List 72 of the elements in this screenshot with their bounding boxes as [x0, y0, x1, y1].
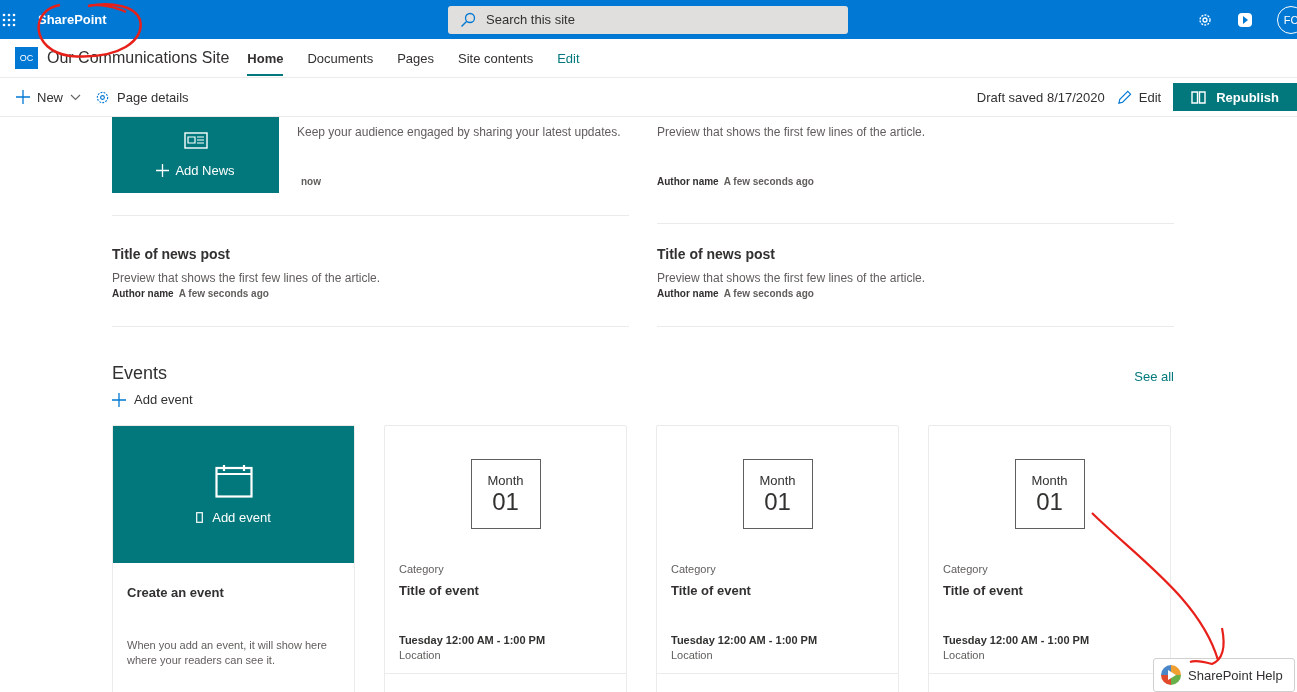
news-intro: Keep your audience engaged by sharing your latest updates. — [297, 125, 621, 139]
site-logo: OC — [15, 47, 38, 69]
event-month: Month — [759, 472, 796, 488]
add-event-label[interactable]: Add event — [212, 510, 271, 525]
app-launcher-icon[interactable] — [2, 12, 16, 27]
pencil-icon — [1116, 89, 1132, 105]
event-day: 01 — [764, 487, 791, 516]
add-event-tile[interactable]: Add event — [113, 426, 354, 563]
nav-tab[interactable]: Pages — [397, 40, 435, 76]
event-title: Title of event — [943, 583, 1024, 598]
help-button[interactable]: SharePoint Help — [1153, 658, 1295, 692]
events-heading: Events — [112, 363, 168, 384]
add-news-text[interactable]: Add News — [175, 163, 235, 178]
event-time: Tuesday 12:00 AM - 1:00 PM — [671, 634, 819, 646]
edit-button[interactable]: Edit — [1114, 85, 1168, 109]
event-time: Tuesday 12:00 AM - 1:00 PM — [399, 634, 547, 646]
event-location: Location — [943, 649, 986, 661]
event-card[interactable]: Month 01 Category Title of event Tuesday 12:00 AM - 1:00 PM Location — [384, 425, 627, 692]
create-event-description: When you add an event, it will show here where your readers can see it. — [127, 638, 328, 669]
event-category: Category — [399, 563, 445, 575]
box-icon — [196, 512, 204, 523]
author-name: Author name — [112, 288, 174, 299]
add-event-button[interactable]: Add event — [112, 384, 193, 413]
nav-tab[interactable]: Site contents — [458, 40, 534, 76]
event-time: Tuesday 12:00 AM - 1:00 PM — [943, 634, 1091, 646]
app-icon[interactable] — [1237, 11, 1253, 28]
settings-icon[interactable] — [1197, 11, 1213, 28]
event-day: 01 — [492, 487, 519, 516]
nav-tab[interactable]: Home — [247, 40, 284, 76]
plus-icon — [112, 392, 126, 407]
event-location: Location — [399, 649, 442, 661]
draft-status: Draft saved 8/17/2020 — [976, 89, 1105, 105]
plus-icon — [156, 164, 170, 177]
event-card[interactable]: Month 01 Category Title of event Tuesday 12:00 AM - 1:00 PM Location — [656, 425, 899, 692]
search-field[interactable]: Search this site — [448, 5, 848, 34]
event-category: Category — [943, 563, 989, 575]
book-icon — [1191, 90, 1207, 104]
news-preview: Preview that shows the first few lines of the article. — [657, 271, 927, 285]
event-day: 01 — [1036, 487, 1063, 516]
help-logo-icon — [1160, 664, 1182, 686]
add-news-tile[interactable]: Add News — [112, 117, 279, 193]
page-details-button[interactable]: Page details — [93, 85, 195, 109]
event-title: Title of event — [399, 583, 480, 598]
event-month: Month — [487, 472, 524, 488]
event-title: Title of event — [671, 583, 752, 598]
news-time: A few seconds ago — [723, 288, 814, 299]
event-category: Category — [671, 563, 717, 575]
news-title[interactable]: Title of news post — [112, 246, 629, 262]
author-name: Author name — [657, 288, 719, 299]
event-location: Location — [671, 649, 714, 661]
edit-link[interactable]: Edit — [557, 40, 580, 76]
new-button[interactable]: New — [14, 85, 87, 109]
gear-icon — [95, 89, 110, 105]
see-all-link[interactable]: See all — [1134, 369, 1174, 384]
create-event-title: Create an event — [127, 585, 225, 600]
news-title[interactable]: Title of news post — [657, 246, 1174, 262]
news-time: A few seconds ago — [178, 288, 269, 299]
nav-tab[interactable]: Documents — [307, 40, 374, 76]
news-time: A few seconds ago — [723, 176, 814, 187]
help-label[interactable]: SharePoint Help — [1188, 667, 1283, 683]
event-month: Month — [1031, 472, 1068, 488]
author-name: Author name — [657, 176, 719, 187]
newspaper-icon — [183, 132, 208, 149]
plus-icon — [16, 90, 30, 104]
search-icon — [460, 11, 476, 28]
republish-button[interactable]: Republish — [1173, 83, 1297, 111]
add-news-label[interactable]: Add News — [156, 163, 235, 178]
chevron-down-icon — [70, 93, 81, 101]
news-preview: Preview that shows the first few lines of the article. — [657, 125, 927, 139]
calendar-icon — [214, 464, 253, 498]
news-time: now — [301, 176, 322, 187]
news-preview: Preview that shows the first few lines of the article. — [112, 271, 382, 285]
